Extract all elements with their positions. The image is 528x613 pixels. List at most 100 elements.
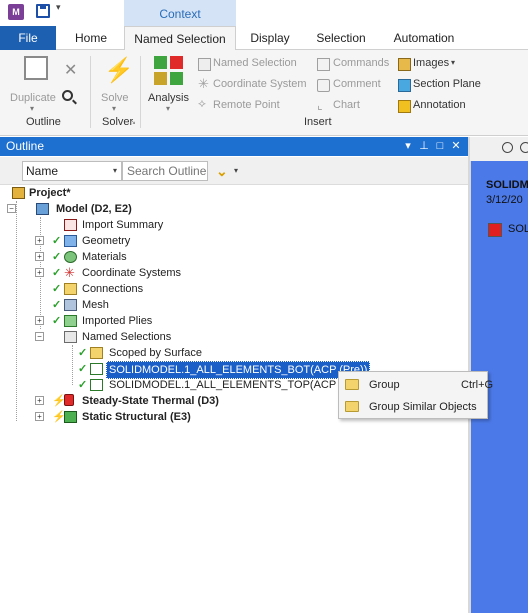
tree-item-label: Project*	[29, 187, 71, 199]
mesh-icon	[64, 299, 77, 311]
tab-file[interactable]: File	[0, 26, 56, 50]
solve-button[interactable]: Solve	[101, 92, 129, 104]
tree-item-label: Steady-State Thermal (D3)	[82, 395, 219, 407]
tree-connector	[72, 345, 73, 385]
pin-icon[interactable]: ⊥	[417, 138, 431, 154]
tree-item-label: Import Summary	[82, 219, 164, 231]
tree-item-label: Materials	[82, 251, 127, 263]
structural-icon	[170, 72, 183, 85]
comment-button[interactable]: Comment	[333, 78, 381, 90]
collapse-toggle[interactable]: −	[35, 332, 44, 341]
folder-icon	[345, 379, 359, 390]
tree-item-label: Scoped by Surface	[109, 347, 202, 359]
duplicate-dropdown-icon[interactable]: ▾	[30, 104, 34, 113]
filter-chevron-icon[interactable]: ⌄	[216, 163, 228, 180]
quick-access-dropdown-icon[interactable]: ▾	[56, 2, 61, 13]
thermal-icon	[64, 394, 74, 406]
chart-icon: ⌞	[317, 98, 323, 112]
checkmark-icon: ✓	[52, 267, 62, 279]
solve-icon: ⚡	[104, 57, 134, 84]
tree-item-label: Mesh	[82, 299, 109, 311]
named-selection-button[interactable]: Named Selection	[213, 57, 297, 69]
tab-home[interactable]: Home	[62, 26, 120, 50]
coordinate-system-icon: ✳	[198, 76, 209, 91]
comment-icon	[317, 79, 330, 92]
tab-named-selection[interactable]: Named Selection	[124, 26, 236, 51]
viewport-title: SOLIDM	[486, 179, 528, 191]
context-menu: Group Ctrl+G Group Similar Objects	[338, 371, 493, 419]
tree-item-label: Model (D2, E2)	[56, 203, 132, 215]
tree-connector	[16, 201, 17, 421]
delete-icon[interactable]: ✕	[64, 60, 77, 80]
materials-icon	[64, 251, 77, 263]
expand-toggle[interactable]: +	[35, 252, 44, 261]
legend-label: SOL	[508, 223, 528, 235]
panel-menu-icon[interactable]: ▾	[401, 138, 415, 154]
chevron-down-icon: ▾	[112, 166, 117, 175]
checkmark-icon: ✓	[52, 283, 62, 295]
maximize-icon[interactable]: □	[433, 138, 447, 154]
duplicate-button[interactable]: Duplicate	[10, 92, 56, 104]
viewport-date: 3/12/20	[486, 194, 523, 206]
duplicate-icon	[24, 56, 48, 80]
analysis-button[interactable]: Analysis	[148, 92, 189, 104]
menu-item-label: Group Similar Objects	[369, 401, 477, 413]
tab-automation[interactable]: Automation	[384, 26, 464, 50]
remote-point-button[interactable]: Remote Point	[213, 99, 280, 111]
outline-filter-select[interactable]: Name ▾	[22, 161, 122, 181]
tree-item-label: Static Structural (E3)	[82, 411, 191, 423]
tab-selection[interactable]: Selection	[308, 26, 374, 50]
annotation-icon	[398, 100, 411, 113]
menu-item-label: Group	[369, 379, 400, 391]
expand-toggle[interactable]: +	[35, 316, 44, 325]
analysis-dropdown-icon[interactable]: ▾	[166, 104, 170, 113]
outline-search-row: Name ▾ ⌄ ▾	[0, 157, 468, 185]
tree-item-label: Coordinate Systems	[82, 267, 182, 279]
tree-item-label: Imported Plies	[82, 315, 153, 327]
outline-filter-value: Name	[26, 164, 59, 178]
zoom-out-icon[interactable]	[520, 142, 528, 153]
connections-icon	[64, 283, 77, 295]
coordinate-system-button[interactable]: Coordinate System	[213, 78, 307, 90]
tree-item-label: Geometry	[82, 235, 131, 247]
save-icon[interactable]	[36, 4, 50, 18]
images-button[interactable]: Images	[413, 57, 449, 69]
outline-title: Outline	[6, 139, 45, 153]
expand-toggle[interactable]: +	[35, 268, 44, 277]
menu-item-group[interactable]: Group Ctrl+G	[339, 374, 493, 396]
model-icon	[36, 203, 49, 215]
expand-toggle[interactable]: +	[35, 412, 44, 421]
folder-icon	[90, 347, 103, 359]
close-icon[interactable]: ✕	[449, 138, 463, 154]
commands-button[interactable]: Commands	[333, 57, 389, 69]
zoom-icon[interactable]	[502, 142, 513, 153]
search-input[interactable]	[122, 161, 208, 181]
analysis-icon	[154, 56, 167, 69]
structural-icon	[64, 411, 77, 423]
legend-color-swatch	[488, 223, 502, 237]
find-icon[interactable]	[62, 90, 73, 101]
geometry-icon	[64, 235, 77, 247]
tab-display[interactable]: Display	[240, 26, 300, 50]
images-dropdown-icon[interactable]: ▾	[451, 58, 455, 67]
expand-toggle[interactable]: +	[35, 396, 44, 405]
commands-icon	[317, 58, 330, 71]
harmonic-icon	[154, 72, 167, 85]
ribbon-tab-row: File Home Named Selection Display Select…	[0, 26, 528, 51]
collapse-toggle[interactable]: −	[7, 204, 16, 213]
filter-dropdown-icon[interactable]: ▾	[234, 166, 238, 175]
find-icon-handle	[72, 99, 77, 105]
chart-button[interactable]: Chart	[333, 99, 360, 111]
tree-item-label: SOLIDMODEL.1_ALL_ELEMENTS_TOP(ACP (Pre))	[109, 379, 368, 391]
named-selections-icon	[64, 331, 77, 343]
annotation-button[interactable]: Annotation	[413, 99, 466, 111]
section-plane-button[interactable]: Section Plane	[413, 78, 481, 90]
solver-launcher-icon[interactable]: ↘	[130, 118, 136, 126]
expand-toggle[interactable]: +	[35, 236, 44, 245]
solve-dropdown-icon[interactable]: ▾	[112, 104, 116, 113]
menu-item-group-similar[interactable]: Group Similar Objects	[339, 396, 487, 418]
ribbon-separator	[90, 56, 91, 128]
checkmark-icon: ✓	[52, 315, 62, 327]
app-logo-icon[interactable]: M	[8, 4, 24, 20]
coordinate-systems-icon: ✳	[64, 265, 75, 280]
